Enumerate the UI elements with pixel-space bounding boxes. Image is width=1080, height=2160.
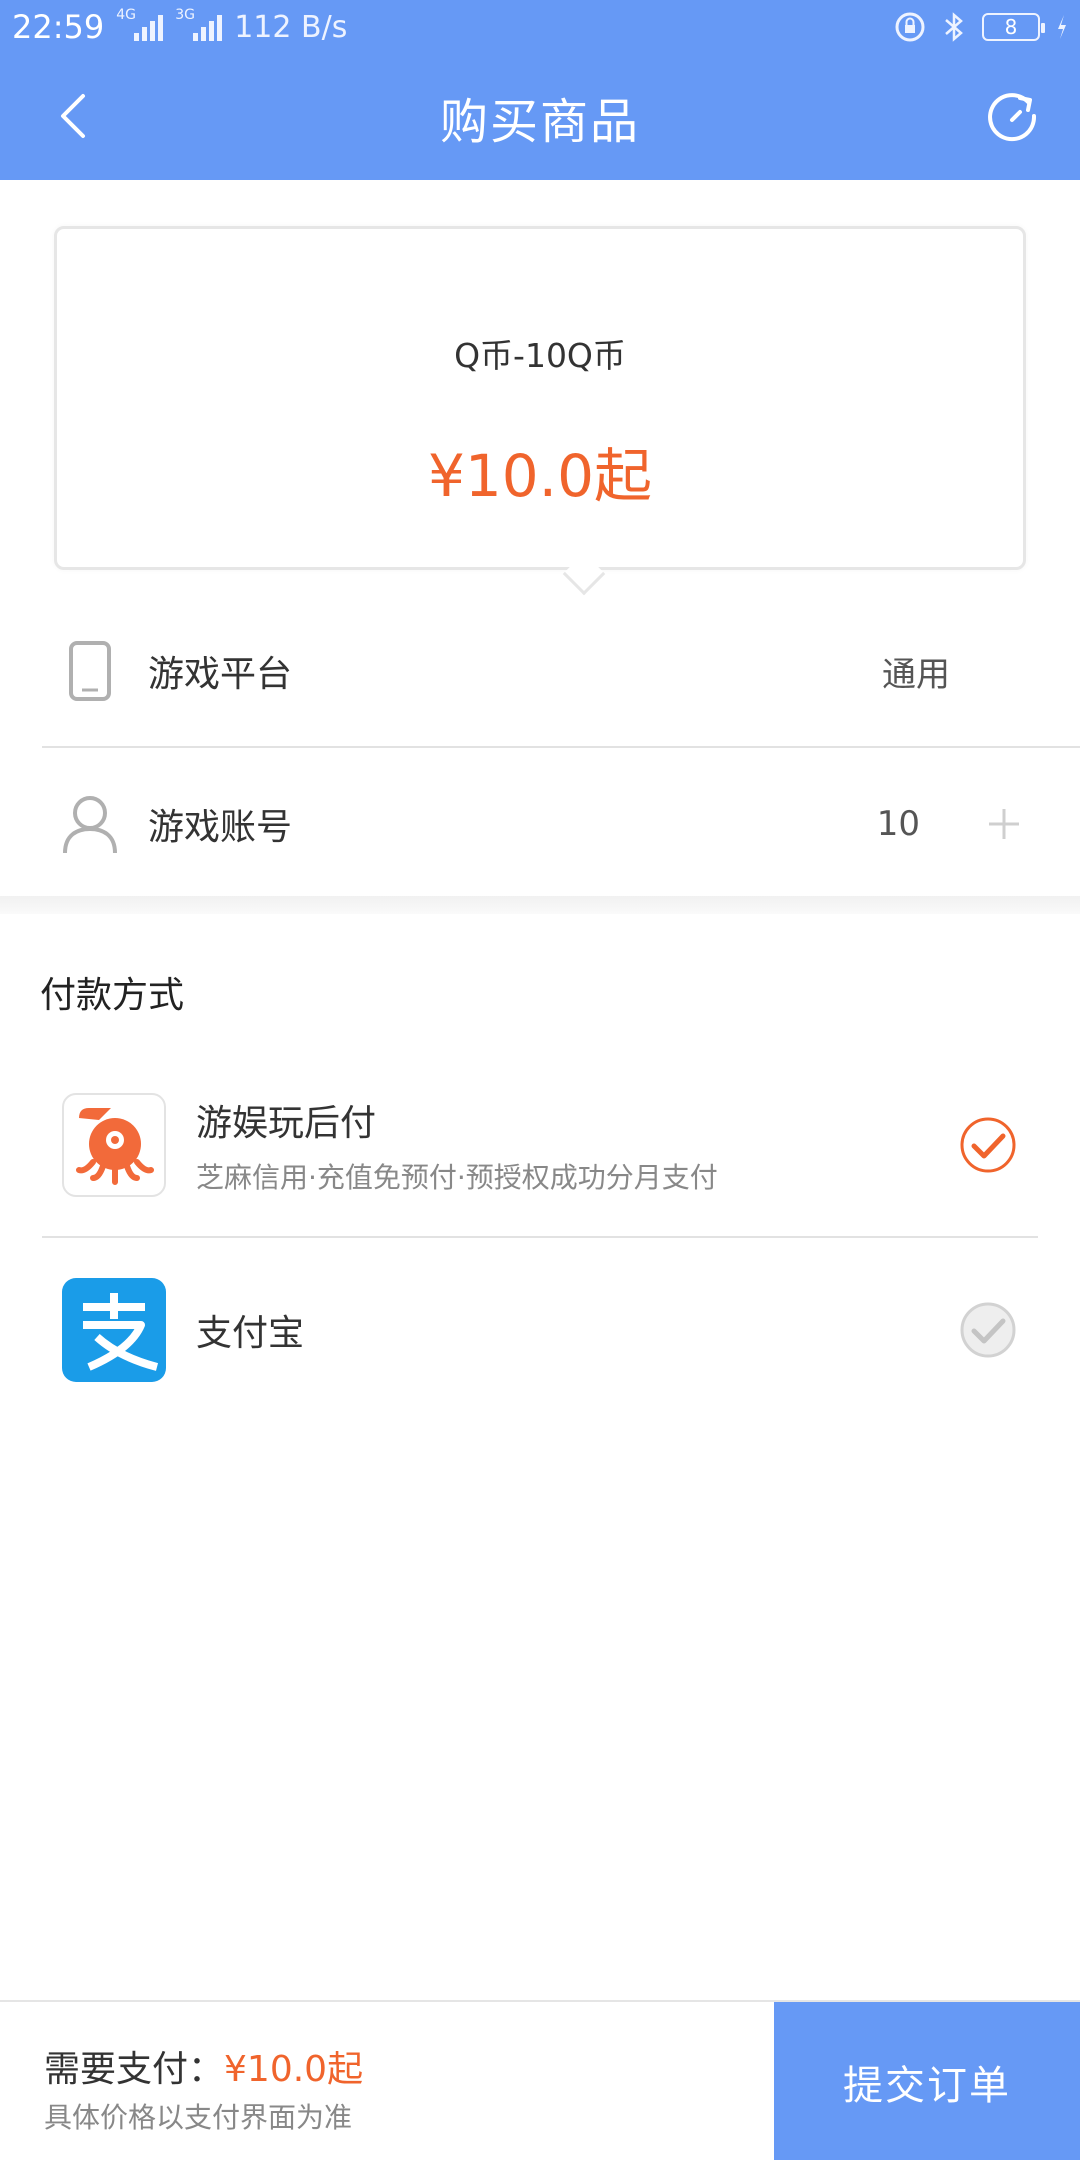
status-bar: 22:59 4G 3G 112 B/s 8 — [0, 0, 1080, 54]
status-time: 22:59 — [12, 8, 105, 46]
payment-desc: 芝麻信用·充值免预付·预授权成功分月支付 — [196, 1161, 718, 1194]
youyu-app-icon — [62, 1093, 166, 1197]
need-pay-amount: ¥10.0起 — [224, 2049, 364, 2090]
bottom-bar: 需要支付：¥10.0起 具体价格以支付界面为准 提交订单 — [0, 2000, 1080, 2160]
plus-icon — [989, 809, 1019, 839]
payment-option-youyu[interactable]: 游娱玩后付 芝麻信用·充值免预付·预授权成功分月支付 — [42, 1054, 1038, 1238]
alipay-app-icon — [62, 1278, 166, 1382]
rotation-lock-icon — [895, 12, 925, 42]
signal-icon: 4G — [116, 7, 164, 41]
check-unselected-icon — [960, 1302, 1016, 1358]
network-speed: 112 B/s — [234, 9, 348, 45]
payment-name: 游娱玩后付 — [196, 1103, 377, 1144]
radio-unselected[interactable] — [958, 1300, 1018, 1360]
total-row: 需要支付：¥10.0起 — [44, 2040, 363, 2092]
signal-tag: 4G — [116, 7, 136, 23]
check-selected-icon — [960, 1117, 1016, 1173]
refresh-icon — [988, 93, 1037, 142]
product-name: Q币-10Q币 — [454, 336, 626, 375]
chevron-left-icon — [61, 94, 85, 138]
radio-selected[interactable] — [958, 1115, 1018, 1175]
payment-title: 付款方式 — [40, 975, 185, 1016]
account-label: 游戏账号 — [148, 807, 293, 848]
nav-bar: 购买商品 — [0, 54, 1080, 180]
signal-icon: 3G — [175, 7, 223, 41]
submit-order-button[interactable]: 提交订单 — [774, 2002, 1080, 2160]
account-value: 10 — [876, 804, 920, 844]
phone-icon — [60, 640, 120, 702]
top-bar: 22:59 4G 3G 112 B/s 8 购买商品 — [0, 0, 1080, 180]
account-row[interactable]: 游戏账号 10 — [42, 748, 1080, 900]
add-account-button[interactable] — [974, 794, 1034, 854]
platform-row[interactable]: 游戏平台 通用 — [42, 596, 1080, 748]
bluetooth-icon — [945, 12, 963, 42]
charging-icon — [1058, 15, 1066, 39]
payment-name: 支付宝 — [196, 1313, 305, 1354]
product-price: ¥10.0起 — [427, 442, 653, 510]
back-button[interactable] — [40, 84, 104, 148]
product-card: Q币-10Q币 ¥10.0起 — [54, 226, 1026, 596]
platform-label: 游戏平台 — [148, 654, 293, 695]
payment-option-alipay[interactable]: 支付宝 — [42, 1238, 1038, 1422]
user-icon — [60, 793, 120, 855]
page-title: 购买商品 — [439, 94, 640, 150]
battery-icon: 8 — [982, 13, 1045, 41]
price-note: 具体价格以支付界面为准 — [44, 2101, 353, 2134]
refresh-button[interactable] — [980, 84, 1044, 148]
signal-tag: 3G — [175, 7, 195, 23]
platform-value: 通用 — [882, 654, 950, 695]
section-divider — [0, 896, 1080, 914]
card-pointer — [562, 552, 606, 596]
need-pay-label: 需要支付： — [44, 2049, 225, 2090]
